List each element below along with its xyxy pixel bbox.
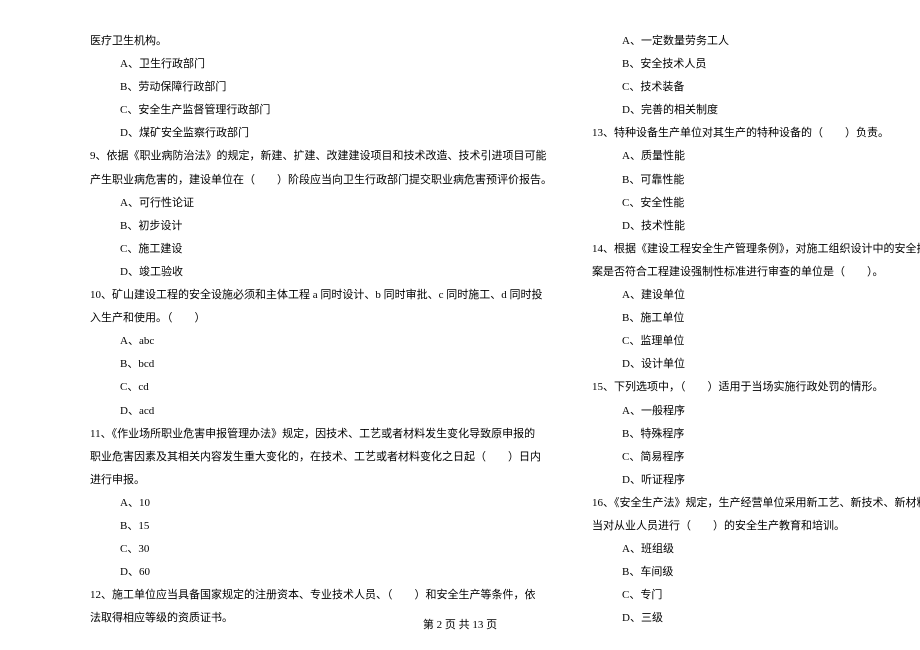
option-c: C、30: [90, 538, 552, 561]
question-16: 16、《安全生产法》规定，生产经营单位采用新工艺、新技术、新材料或者使用新设备时…: [592, 492, 920, 515]
option-d: D、竣工验收: [90, 261, 552, 284]
option-b: B、车间级: [592, 561, 920, 584]
option-a: A、建设单位: [592, 284, 920, 307]
right-column: A、一定数量劳务工人 B、安全技术人员 C、技术装备 D、完善的相关制度 13、…: [592, 30, 920, 630]
question-11-cont: 职业危害因素及其相关内容发生重大变化的，在技术、工艺或者材料变化之日起（ ）日内: [90, 446, 552, 469]
option-b: B、15: [90, 515, 552, 538]
option-a: A、10: [90, 492, 552, 515]
option-a: A、一般程序: [592, 400, 920, 423]
option-a: A、质量性能: [592, 145, 920, 168]
question-11-cont2: 进行申报。: [90, 469, 552, 492]
text-line: 医疗卫生机构。: [90, 30, 552, 53]
page-footer: 第 2 页 共 13 页: [0, 616, 920, 632]
option-b: B、安全技术人员: [592, 53, 920, 76]
question-13: 13、特种设备生产单位对其生产的特种设备的（ ）负责。: [592, 122, 920, 145]
option-d: D、完善的相关制度: [592, 99, 920, 122]
option-d: D、设计单位: [592, 353, 920, 376]
option-a: A、可行性论证: [90, 192, 552, 215]
question-14: 14、根据《建设工程安全生产管理条例》，对施工组织设计中的安全技术措施或者专项施…: [592, 238, 920, 261]
question-10: 10、矿山建设工程的安全设施必须和主体工程 a 同时设计、b 同时审批、c 同时…: [90, 284, 552, 307]
question-14-cont: 案是否符合工程建设强制性标准进行审查的单位是（ ）。: [592, 261, 920, 284]
question-10-cont: 入生产和使用。（ ）: [90, 307, 552, 330]
option-a: A、班组级: [592, 538, 920, 561]
left-column: 医疗卫生机构。 A、卫生行政部门 B、劳动保障行政部门 C、安全生产监督管理行政…: [90, 30, 552, 630]
option-b: B、可靠性能: [592, 169, 920, 192]
option-d: D、acd: [90, 400, 552, 423]
question-11: 11、《作业场所职业危害申报管理办法》规定，因技术、工艺或者材料发生变化导致原申…: [90, 423, 552, 446]
question-16-cont: 当对从业人员进行（ ）的安全生产教育和培训。: [592, 515, 920, 538]
question-15: 15、下列选项中，（ ）适用于当场实施行政处罚的情形。: [592, 376, 920, 399]
option-c: C、技术装备: [592, 76, 920, 99]
option-b: B、特殊程序: [592, 423, 920, 446]
question-9-cont: 产生职业病危害的，建设单位在（ ）阶段应当向卫生行政部门提交职业病危害预评价报告…: [90, 169, 552, 192]
option-a: A、abc: [90, 330, 552, 353]
option-c: C、专门: [592, 584, 920, 607]
option-c: C、安全生产监督管理行政部门: [90, 99, 552, 122]
option-b: B、bcd: [90, 353, 552, 376]
option-c: C、cd: [90, 376, 552, 399]
option-b: B、初步设计: [90, 215, 552, 238]
option-c: C、监理单位: [592, 330, 920, 353]
option-a: A、一定数量劳务工人: [592, 30, 920, 53]
option-d: D、听证程序: [592, 469, 920, 492]
option-a: A、卫生行政部门: [90, 53, 552, 76]
option-b: B、劳动保障行政部门: [90, 76, 552, 99]
option-d: D、煤矿安全监察行政部门: [90, 122, 552, 145]
option-c: C、安全性能: [592, 192, 920, 215]
option-c: C、施工建设: [90, 238, 552, 261]
option-b: B、施工单位: [592, 307, 920, 330]
question-9: 9、依据《职业病防治法》的规定，新建、扩建、改建建设项目和技术改造、技术引进项目…: [90, 145, 552, 168]
option-c: C、简易程序: [592, 446, 920, 469]
option-d: D、60: [90, 561, 552, 584]
option-d: D、技术性能: [592, 215, 920, 238]
exam-page: 医疗卫生机构。 A、卫生行政部门 B、劳动保障行政部门 C、安全生产监督管理行政…: [0, 0, 920, 650]
question-12: 12、施工单位应当具备国家规定的注册资本、专业技术人员、（ ）和安全生产等条件，…: [90, 584, 552, 607]
